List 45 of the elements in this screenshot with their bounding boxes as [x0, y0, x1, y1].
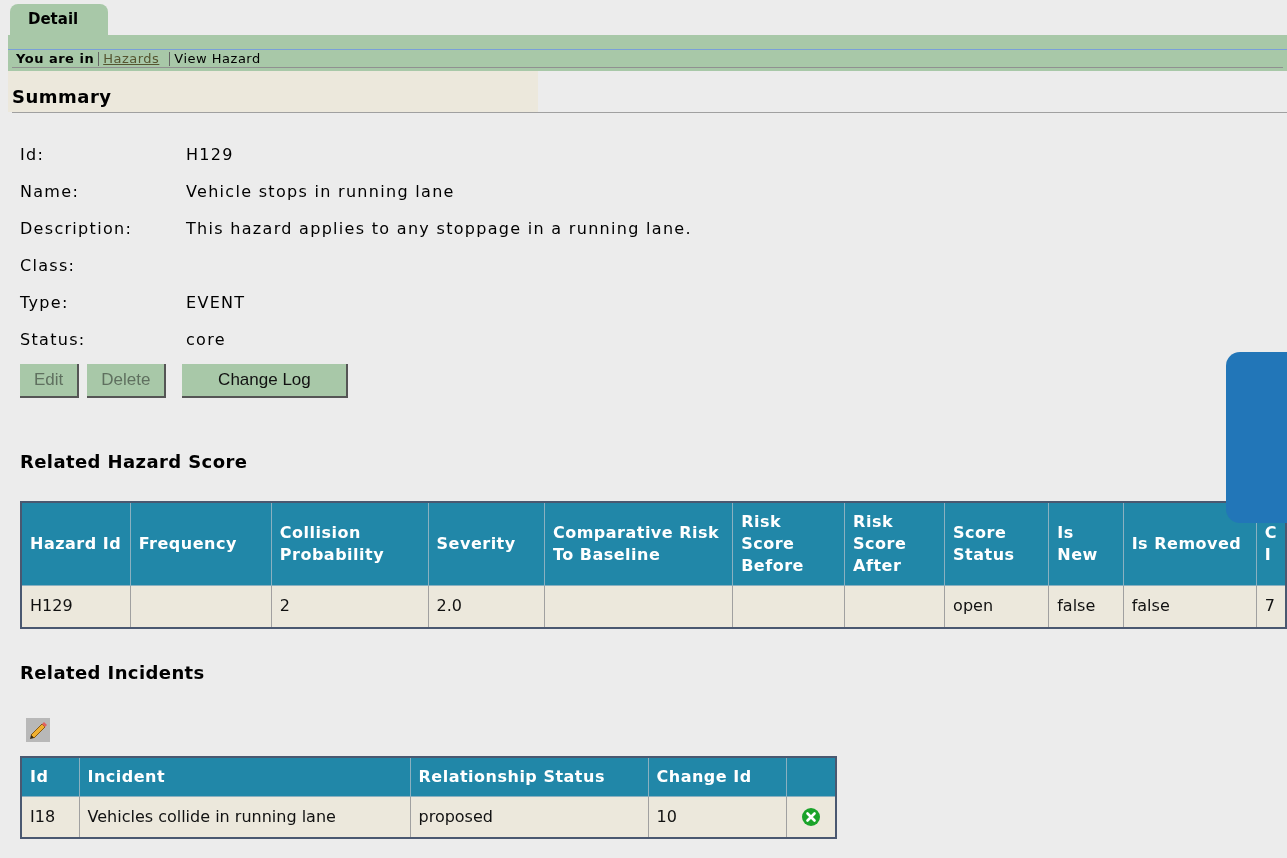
table-cell: 7: [1264, 596, 1275, 616]
field-label: Description:: [20, 218, 134, 240]
section-title: Summary: [12, 86, 112, 107]
pencil-icon[interactable]: [26, 717, 50, 742]
field-label: Id:: [20, 144, 46, 166]
field-value: This hazard applies to any stoppage in a running lane.: [186, 218, 692, 240]
column-header: Frequency: [130, 502, 272, 586]
field-value: EVENT: [186, 292, 246, 314]
column-header: Change Id: [648, 756, 786, 796]
table-cell: proposed: [418, 806, 493, 826]
column-header: Risk Score Before: [732, 502, 845, 586]
field-label: Name:: [20, 181, 81, 203]
table-cell: I18: [30, 806, 56, 826]
table-cell: false: [1057, 596, 1096, 616]
column-header: Hazard Id: [21, 502, 131, 586]
field-label: Status:: [20, 329, 87, 351]
column-header: Collision Probability: [271, 502, 429, 586]
table-cell: H129: [30, 596, 73, 616]
column-header: Comparative Risk To Baseline: [544, 502, 733, 586]
column-header: Is New: [1048, 502, 1124, 586]
field-label: Type:: [20, 292, 70, 314]
column-header: Risk Score After: [844, 502, 945, 586]
field-value: H129: [186, 144, 234, 166]
column-header: Relationship Status: [410, 756, 648, 796]
remove-icon[interactable]: [800, 807, 821, 828]
column-header: Id: [21, 756, 79, 796]
breadcrumb-current: View Hazard: [174, 49, 261, 68]
breadcrumb-prefix: You are in: [16, 49, 95, 68]
tab[interactable]: Detail: [10, 4, 108, 35]
action-button[interactable]: Change Log: [182, 364, 349, 398]
table-cell: 2.0: [436, 596, 463, 616]
field-value: core: [186, 329, 226, 351]
section-title: Related Incidents: [20, 661, 205, 683]
table-cell: open: [953, 596, 994, 616]
table-cell: Vehicles collide in running lane: [87, 806, 336, 826]
table-cell: false: [1131, 596, 1170, 616]
field-label: Class:: [20, 255, 77, 277]
breadcrumb-link[interactable]: Hazards: [103, 48, 160, 69]
column-header: Score Status: [944, 502, 1049, 586]
table-cell: 2: [279, 596, 290, 616]
section-title: Related Hazard Score: [20, 451, 248, 472]
column-header: Severity: [428, 502, 545, 586]
table-cell: 10: [656, 806, 677, 826]
column-header: Incident: [79, 756, 410, 796]
field-value: Vehicle stops in running lane: [186, 181, 455, 203]
